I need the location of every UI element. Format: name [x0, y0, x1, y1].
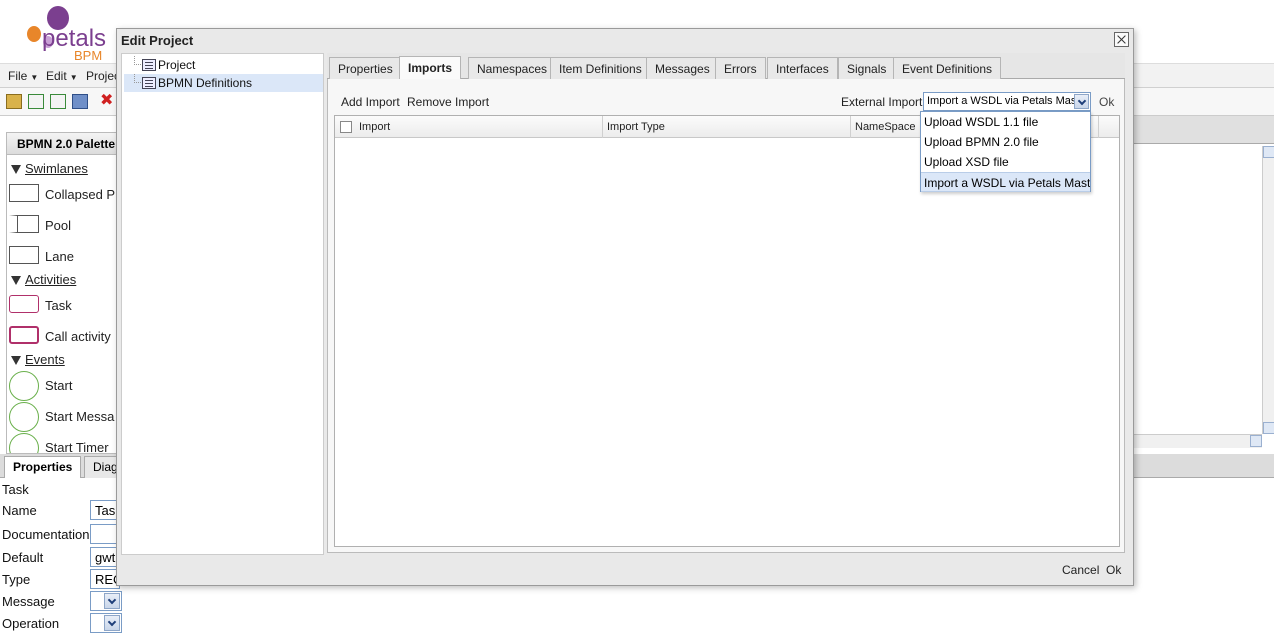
palette-item-call-activity[interactable]: Call activity [45, 329, 111, 344]
external-import-ok-button[interactable]: Ok [1099, 95, 1114, 109]
add-import-button[interactable]: Add Import [341, 95, 400, 109]
scroll-up-icon[interactable] [1263, 146, 1274, 158]
dialog-title: Edit Project [121, 33, 194, 48]
call-activity-icon [9, 326, 39, 344]
properties-heading: Task [2, 482, 29, 497]
label-documentation: Documentation [2, 527, 90, 542]
external-import-value: Import a WSDL via Petals Mast [927, 95, 1080, 107]
horizontal-scrollbar[interactable] [1134, 434, 1262, 448]
palette-group-swimlanes[interactable]: Swimlanes [11, 161, 88, 176]
palette-group-events[interactable]: Events [11, 352, 65, 367]
palette-item-lane[interactable]: Lane [45, 249, 74, 264]
bpmn-palette: BPMN 2.0 Palette Swimlanes Collapsed P P… [6, 132, 118, 454]
option-upload-wsdl[interactable]: Upload WSDL 1.1 file [921, 112, 1090, 132]
external-import-select[interactable]: Import a WSDL via Petals Mast [923, 92, 1091, 111]
label-name: Name [2, 503, 37, 518]
start-event-icon [9, 371, 39, 401]
vertical-scrollbar[interactable] [1262, 146, 1274, 434]
delete-icon[interactable]: ✖ [100, 93, 116, 109]
collapse-triangle-icon [11, 276, 21, 286]
tab-imports[interactable]: Imports [399, 56, 462, 80]
option-upload-xsd[interactable]: Upload XSD file [921, 152, 1090, 172]
palette-item-start-timer[interactable]: Start Timer [45, 440, 109, 453]
tree-node-bpmn-definitions[interactable]: BPMN Definitions [124, 74, 323, 92]
palette-title: BPMN 2.0 Palette [7, 133, 117, 155]
ok-button[interactable]: Ok [1106, 563, 1121, 577]
new-file-icon[interactable] [28, 94, 44, 109]
label-default: Default [2, 550, 44, 565]
palette-item-collapsed-pool[interactable]: Collapsed P [45, 187, 115, 202]
palette-item-start-message[interactable]: Start Messa [45, 409, 114, 424]
menu-project[interactable]: Projec [86, 69, 120, 83]
lane-icon [9, 246, 39, 264]
option-import-wsdl-petals[interactable]: Import a WSDL via Petals Mast [921, 172, 1090, 192]
collapse-triangle-icon [11, 165, 21, 175]
scroll-right-icon[interactable] [1250, 435, 1262, 447]
diagram-canvas[interactable] [1134, 116, 1274, 450]
external-import-options: Upload WSDL 1.1 file Upload BPMN 2.0 fil… [920, 111, 1091, 192]
column-import[interactable]: Import [355, 116, 603, 138]
collapsed-pool-icon [9, 184, 39, 202]
collapse-triangle-icon [11, 356, 21, 366]
label-type: Type [2, 572, 31, 587]
label-message: Message [2, 594, 55, 609]
tree-node-project[interactable]: Project [124, 56, 323, 74]
tab-errors[interactable]: Errors [715, 57, 766, 79]
palette-item-start[interactable]: Start [45, 378, 72, 393]
chevron-down-icon[interactable] [104, 593, 120, 609]
tab-messages[interactable]: Messages [646, 57, 719, 79]
start-timer-icon [9, 433, 39, 453]
external-import-label: External Import: [841, 95, 926, 109]
document-icon [142, 77, 156, 89]
operation-select[interactable] [90, 613, 122, 633]
palette-group-activities[interactable]: Activities [11, 272, 76, 287]
tab-item-definitions[interactable]: Item Definitions [550, 57, 651, 79]
column-import-type[interactable]: Import Type [603, 116, 851, 138]
scroll-down-icon[interactable] [1263, 422, 1274, 434]
palette-item-task[interactable]: Task [45, 298, 72, 313]
pool-icon [9, 215, 39, 233]
close-icon[interactable] [1114, 32, 1129, 47]
tab-event-definitions[interactable]: Event Definitions [893, 57, 1002, 79]
tab-properties[interactable]: Properties [329, 57, 402, 79]
message-select[interactable] [90, 591, 122, 611]
tab-signals[interactable]: Signals [838, 57, 896, 79]
tab-namespaces[interactable]: Namespaces [468, 57, 557, 79]
brand-sub: BPM [74, 48, 102, 62]
tab-properties[interactable]: Properties [4, 456, 82, 478]
menu-file[interactable]: File ▼ [8, 69, 38, 83]
task-icon [9, 295, 39, 313]
menu-edit[interactable]: Edit ▼ [46, 69, 78, 83]
project-tree: Project BPMN Definitions [121, 53, 324, 555]
label-operation: Operation [2, 616, 60, 631]
tab-interfaces[interactable]: Interfaces [767, 57, 838, 79]
start-message-icon [9, 402, 39, 432]
save-icon[interactable] [72, 94, 88, 109]
chevron-down-icon[interactable] [1074, 94, 1089, 109]
cancel-button[interactable]: Cancel [1062, 563, 1099, 577]
document-icon [142, 59, 156, 71]
open-folder-icon[interactable] [6, 94, 22, 109]
remove-import-button[interactable]: Remove Import [407, 95, 489, 109]
import-file-icon[interactable] [50, 94, 66, 109]
chevron-down-icon[interactable] [104, 615, 120, 631]
option-upload-bpmn[interactable]: Upload BPMN 2.0 file [921, 132, 1090, 152]
select-all-checkbox[interactable] [340, 121, 352, 133]
dialog-tabbar: Properties Imports Namespaces Item Defin… [327, 53, 1125, 80]
canvas-header [1134, 116, 1274, 144]
palette-item-pool[interactable]: Pool [45, 218, 71, 233]
